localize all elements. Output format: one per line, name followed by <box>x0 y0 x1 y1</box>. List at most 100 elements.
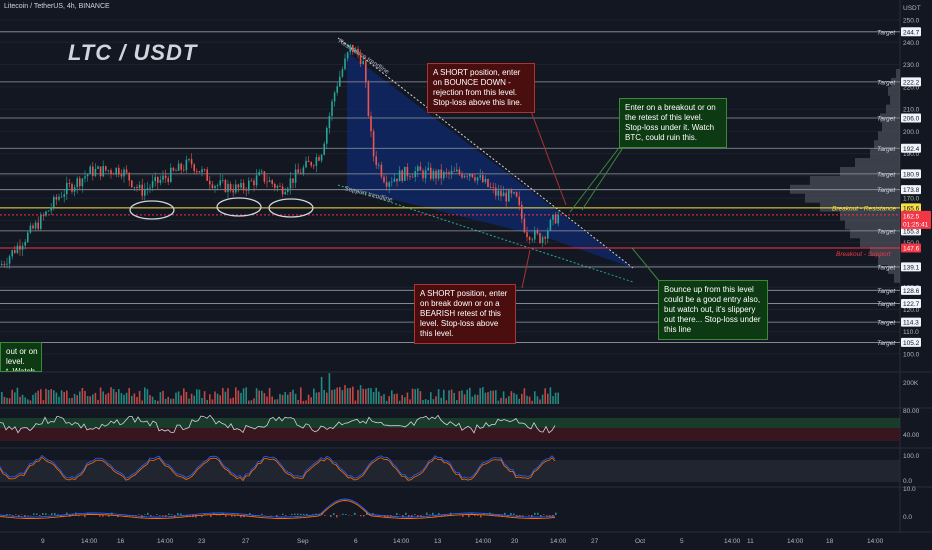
volume-bar <box>414 389 416 404</box>
volume-bar <box>255 388 258 404</box>
macd-histogram-bar <box>528 515 530 516</box>
target-label: Target <box>877 320 896 327</box>
volume-bar <box>484 392 487 404</box>
volume-bar <box>274 399 276 404</box>
time-tick: 14:00 <box>475 538 492 545</box>
candle <box>128 172 130 181</box>
candle <box>253 180 255 186</box>
time-tick: 27 <box>242 538 250 545</box>
candle <box>346 52 349 59</box>
candle <box>123 169 125 177</box>
time-tick: 14:00 <box>724 538 741 545</box>
volume-bar <box>3 396 6 404</box>
candle <box>287 188 289 192</box>
highlight-ellipse <box>216 197 262 217</box>
macd-histogram-bar <box>147 512 149 515</box>
volume-bar <box>94 392 97 404</box>
candle <box>24 241 26 246</box>
volume-bar <box>115 392 117 404</box>
candle <box>536 230 539 234</box>
volume-profile-bar <box>860 238 900 248</box>
volume-bar <box>380 395 383 404</box>
candle <box>388 182 390 187</box>
candle <box>172 167 175 171</box>
candle <box>292 178 294 183</box>
macd-histogram-bar <box>150 515 152 517</box>
candle <box>437 169 440 179</box>
candle <box>16 245 19 253</box>
macd-histogram-bar <box>57 514 59 515</box>
volume-bar <box>76 395 78 404</box>
volume-bar <box>266 396 268 404</box>
volume-bar <box>328 373 331 404</box>
candle <box>175 170 177 172</box>
volume-profile-bar <box>890 95 900 105</box>
volume-bar <box>404 397 406 404</box>
price-badge-text: 192.4 <box>903 146 920 153</box>
price-badge-text: 173.8 <box>903 187 920 194</box>
candle <box>450 170 453 174</box>
volume-bar <box>73 393 76 404</box>
short-bounce-note: A SHORT position, enter on BOUNCE DOWN -… <box>427 63 535 113</box>
price-tick: 100.0 <box>903 352 920 359</box>
time-tick: 5 <box>680 538 684 545</box>
candle <box>232 190 234 193</box>
volume-bar <box>261 390 263 404</box>
volume-bar <box>443 389 445 404</box>
candle <box>341 69 344 77</box>
volume-bar <box>448 390 450 404</box>
macd-histogram-bar <box>342 513 344 515</box>
candle <box>339 76 341 87</box>
volume-bar <box>528 396 531 404</box>
candle <box>352 44 354 52</box>
stoch-tick: 0.0 <box>903 478 912 485</box>
candle <box>523 218 526 233</box>
candle <box>554 214 557 224</box>
candle <box>19 245 21 250</box>
macd-histogram-bar <box>6 513 8 515</box>
candle <box>414 171 416 178</box>
candle <box>331 101 333 116</box>
candle <box>76 178 78 188</box>
candle <box>92 166 94 176</box>
candle <box>151 181 154 188</box>
candle <box>367 81 370 117</box>
candle <box>396 178 398 182</box>
candle <box>149 187 151 189</box>
candle <box>456 169 458 172</box>
candle <box>8 256 11 264</box>
candle <box>97 166 99 169</box>
macd-histogram-bar <box>405 512 407 515</box>
candle <box>219 180 221 186</box>
candle <box>11 250 13 257</box>
volume-bar <box>450 389 453 404</box>
macd-histogram-bar <box>333 513 335 515</box>
target-label: Target <box>877 228 896 235</box>
volume-bar <box>294 393 297 404</box>
candle <box>404 166 406 181</box>
volume-bar <box>63 392 65 404</box>
volume-bar <box>479 388 481 404</box>
volume-bar <box>536 396 539 404</box>
volume-bar <box>508 396 510 404</box>
volume-bar <box>474 394 476 404</box>
volume-bar <box>424 399 427 404</box>
volume-bar <box>24 397 26 404</box>
volume-bar <box>131 395 133 404</box>
volume-bar <box>305 400 307 404</box>
candle <box>162 175 164 180</box>
volume-bar <box>214 391 216 404</box>
candle <box>326 128 328 144</box>
macd-histogram-bar <box>282 513 284 515</box>
volume-bar <box>263 393 266 404</box>
volume-bar <box>144 387 146 404</box>
candle <box>302 167 305 174</box>
macd-histogram-bar <box>522 515 524 516</box>
macd-histogram-bar <box>429 514 431 515</box>
volume-bar <box>253 398 255 404</box>
volume-bar <box>34 392 37 404</box>
volume-profile-bar <box>894 273 900 283</box>
volume-bar <box>385 400 388 404</box>
candle <box>430 167 432 179</box>
volume-bar <box>107 392 110 404</box>
